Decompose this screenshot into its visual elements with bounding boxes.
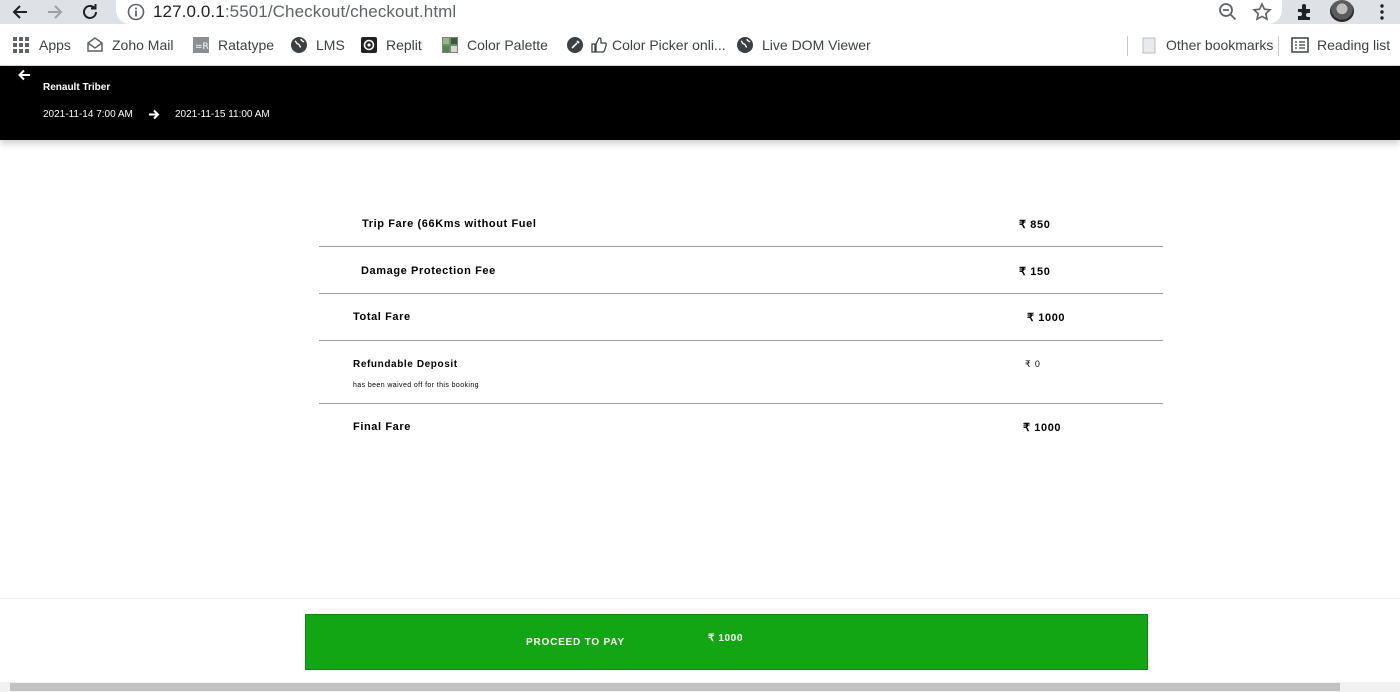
pay-amount: ₹ 1000 bbox=[708, 633, 743, 644]
url-path: :5501/Checkout/checkout.html bbox=[224, 2, 457, 21]
total-fare-amount: ₹ 1000 bbox=[1027, 312, 1066, 324]
scrollbar-thumb[interactable] bbox=[10, 683, 1340, 691]
bookmark-lms[interactable]: LMS bbox=[290, 34, 345, 56]
arrow-right-icon bbox=[48, 5, 63, 19]
bookmark-divider bbox=[1278, 36, 1279, 56]
bookmark-label: Ratatype bbox=[218, 37, 275, 53]
deposit-amount: ₹ 0 bbox=[1025, 359, 1041, 369]
bookmark-label: Replit bbox=[386, 37, 422, 53]
row-divider bbox=[319, 293, 1163, 294]
url-text[interactable]: 127.0.0.1:5501/Checkout/checkout.html bbox=[153, 2, 456, 22]
bookmark-label: Reading list bbox=[1317, 37, 1391, 53]
bookmark-color-picker[interactable]: Color Picker onli... bbox=[566, 34, 726, 56]
svg-text:=R: =R bbox=[195, 42, 209, 52]
mail-icon bbox=[87, 37, 103, 52]
reload-icon bbox=[83, 4, 97, 19]
row-divider bbox=[319, 246, 1163, 247]
arrow-right-icon bbox=[149, 109, 160, 120]
palette-icon bbox=[442, 37, 458, 53]
more-menu-icon[interactable] bbox=[1372, 2, 1392, 22]
bookmark-replit[interactable]: Replit bbox=[360, 34, 422, 56]
booking-header: Renault Triber 2021-11-14 7:00 AM 2021-1… bbox=[0, 66, 1400, 140]
row-divider bbox=[319, 403, 1163, 404]
deposit-label: Refundable Deposit bbox=[353, 359, 458, 370]
info-icon[interactable] bbox=[126, 2, 146, 22]
total-fare-label: Total Fare bbox=[353, 311, 411, 323]
profile-avatar[interactable] bbox=[1330, 0, 1354, 22]
apps-grid-icon bbox=[13, 37, 29, 53]
car-name: Renault Triber bbox=[43, 82, 111, 93]
arrow-left-icon bbox=[12, 5, 27, 19]
final-fare-label: Final Fare bbox=[353, 421, 411, 433]
thumbs-up-icon bbox=[591, 37, 607, 53]
trip-start-datetime: 2021-11-14 7:00 AM bbox=[43, 109, 133, 120]
deposit-waived-note: has been waived off for this booking bbox=[353, 382, 479, 389]
bookmark-label: LMS bbox=[316, 37, 345, 53]
back-button[interactable] bbox=[7, 0, 33, 24]
bookmark-star-icon[interactable] bbox=[1251, 1, 1273, 23]
color-picker-icon bbox=[567, 37, 583, 53]
bookmark-apps[interactable]: Apps bbox=[12, 34, 71, 56]
proceed-to-pay-label: PROCEED TO PAY bbox=[526, 637, 625, 648]
reading-list-icon bbox=[1291, 37, 1309, 53]
bookmark-label: Zoho Mail bbox=[112, 37, 174, 53]
bookmark-color-palette[interactable]: Color Palette bbox=[441, 34, 548, 56]
bookmark-live-dom-viewer[interactable]: Live DOM Viewer bbox=[736, 34, 871, 56]
address-bar[interactable]: 127.0.0.1:5501/Checkout/checkout.html bbox=[116, 0, 1282, 24]
zoom-icon[interactable] bbox=[1217, 1, 1239, 23]
folder-icon bbox=[1142, 37, 1156, 54]
row-divider bbox=[319, 340, 1163, 341]
damage-fee-amount: ₹ 150 bbox=[1019, 266, 1051, 278]
horizontal-scrollbar[interactable] bbox=[0, 682, 1400, 692]
back-arrow-icon[interactable] bbox=[17, 69, 31, 81]
bookmark-label: Live DOM Viewer bbox=[762, 37, 871, 53]
bookmark-divider bbox=[1127, 36, 1128, 56]
reload-button[interactable] bbox=[77, 0, 103, 24]
trip-end-datetime: 2021-11-15 11:00 AM bbox=[175, 109, 270, 120]
globe-icon bbox=[737, 37, 753, 53]
trip-fare-amount: ₹ 850 bbox=[1019, 219, 1051, 231]
url-host: 127.0.0.1 bbox=[153, 2, 225, 21]
bookmark-other-bookmarks[interactable]: Other bookmarks bbox=[1140, 34, 1273, 56]
bookmark-zoho-mail[interactable]: Zoho Mail bbox=[86, 34, 173, 56]
bookmark-ratatype[interactable]: =R Ratatype bbox=[192, 34, 274, 56]
bookmark-label: Other bookmarks bbox=[1166, 37, 1274, 53]
damage-fee-label: Damage Protection Fee bbox=[361, 265, 496, 277]
bookmarks-bar: Apps Zoho Mail =R Ratatype LMS Replit Co… bbox=[0, 24, 1400, 66]
final-fare-amount: ₹ 1000 bbox=[1023, 422, 1062, 434]
bookmark-label: Apps bbox=[39, 37, 71, 53]
bookmark-label: Color Picker onli... bbox=[612, 37, 726, 53]
browser-toolbar: 127.0.0.1:5501/Checkout/checkout.html bbox=[0, 0, 1400, 24]
forward-button[interactable] bbox=[42, 0, 68, 24]
bookmark-label: Color Palette bbox=[467, 37, 548, 53]
globe-icon bbox=[291, 37, 307, 53]
bookmark-reading-list[interactable]: Reading list bbox=[1291, 34, 1390, 56]
extensions-puzzle-icon[interactable] bbox=[1294, 1, 1316, 23]
ratatype-icon: =R bbox=[193, 37, 209, 53]
replit-icon bbox=[361, 37, 377, 53]
proceed-to-pay-button[interactable]: PROCEED TO PAY ₹ 1000 bbox=[305, 614, 1148, 670]
trip-fare-label: Trip Fare (66Kms without Fuel bbox=[362, 218, 537, 230]
